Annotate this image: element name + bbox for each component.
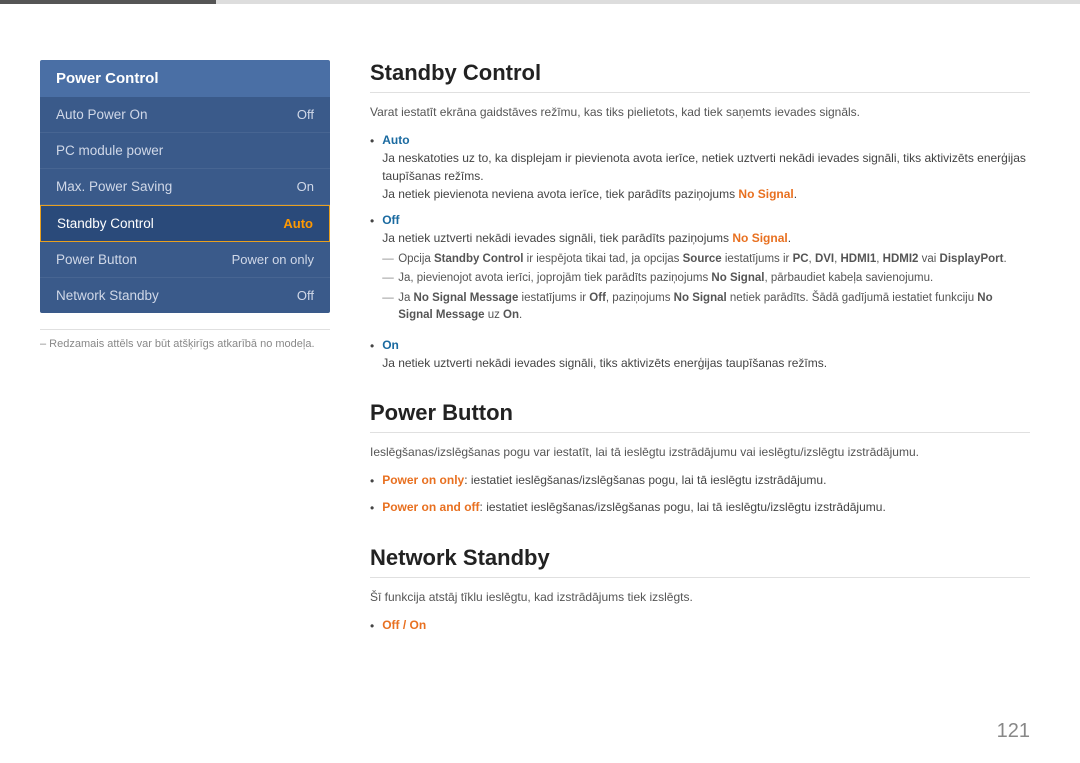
power-button-desc: Ieslēgšanas/izslēgšanas pogu var iestatī… (370, 443, 1030, 461)
sub-item-2: Ja, pievienojot avota ierīci, joprojām t… (382, 270, 1030, 287)
menu-label-auto-power-on: Auto Power On (56, 107, 148, 122)
network-standby-title: Network Standby (370, 545, 1030, 578)
sidebar-menu: Auto Power On Off PC module power Max. P… (40, 97, 330, 313)
bullet-power-on-only: • Power on only: iestatiet ieslēgšanas/i… (370, 471, 1030, 490)
term-auto: Auto (382, 133, 409, 147)
bullet-content-power-on-off: Power on and off: iestatiet ieslēgšanas/… (382, 498, 1030, 516)
text-on-main: Ja netiek uztverti nekādi ievades signāl… (382, 356, 827, 370)
term-power-on-off: Power on and off (382, 500, 479, 514)
standby-control-section: Standby Control Varat iestatīt ekrāna ga… (370, 60, 1030, 372)
bullet-dot-off-on: • (370, 617, 374, 635)
menu-label-power-button: Power Button (56, 252, 137, 267)
off-sub-list: Opcija Standby Control ir iespējota tika… (382, 251, 1030, 324)
menu-item-auto-power-on[interactable]: Auto Power On Off (40, 97, 330, 133)
term-on: On (382, 338, 399, 352)
network-standby-desc: Šī funkcija atstāj tīklu ieslēgtu, kad i… (370, 588, 1030, 606)
text-auto-sub: Ja netiek pievienota neviena avota ierīc… (382, 187, 797, 201)
sidebar-header: Power Control (40, 60, 330, 97)
network-standby-section: Network Standby Šī funkcija atstāj tīklu… (370, 545, 1030, 635)
term-off: Off (382, 213, 399, 227)
bullet-dot-auto: • (370, 132, 374, 150)
page-container: Power Control Auto Power On Off PC modul… (0, 0, 1080, 763)
menu-value-power-button: Power on only (232, 252, 314, 267)
bullet-off-on: • Off / On (370, 616, 1030, 635)
text-power-on-only: : iestatiet ieslēgšanas/izslēgšanas pogu… (464, 473, 826, 487)
bullet-content-off: Off Ja netiek uztverti nekādi ievades si… (382, 211, 1030, 328)
bullet-dot-on: • (370, 337, 374, 355)
bullet-dot-power-on-off: • (370, 499, 374, 517)
power-button-title: Power Button (370, 400, 1030, 433)
bullet-content-off-on: Off / On (382, 616, 1030, 634)
sub-item-3: Ja No Signal Message iestatījums ir Off,… (382, 290, 1030, 325)
menu-label-standby-control: Standby Control (57, 216, 154, 231)
network-standby-bullets: • Off / On (370, 616, 1030, 635)
menu-value-standby-control: Auto (283, 216, 313, 231)
main-content: Standby Control Varat iestatīt ekrāna ga… (370, 40, 1030, 723)
bullet-dot-off: • (370, 212, 374, 230)
menu-label-network-standby: Network Standby (56, 288, 159, 303)
footnote-text: – Redzamais attēls var būt atšķirīgs atk… (40, 338, 330, 350)
menu-value-network-standby: Off (297, 288, 314, 303)
standby-control-bullets: • Auto Ja neskatoties uz to, ka displeja… (370, 131, 1030, 372)
bullet-content-on: On Ja netiek uztverti nekādi ievades sig… (382, 336, 1030, 372)
bullet-content-power-on-only: Power on only: iestatiet ieslēgšanas/izs… (382, 471, 1030, 489)
term-off-on: Off / On (382, 618, 426, 632)
sub-item-1: Opcija Standby Control ir iespējota tika… (382, 251, 1030, 268)
text-auto-main: Ja neskatoties uz to, ka displejam ir pi… (382, 151, 1026, 183)
menu-item-network-standby[interactable]: Network Standby Off (40, 278, 330, 313)
bullet-auto: • Auto Ja neskatoties uz to, ka displeja… (370, 131, 1030, 203)
bullet-off: • Off Ja netiek uztverti nekādi ievades … (370, 211, 1030, 328)
standby-control-title: Standby Control (370, 60, 1030, 93)
menu-label-pc-module: PC module power (56, 143, 163, 158)
power-button-section: Power Button Ieslēgšanas/izslēgšanas pog… (370, 400, 1030, 517)
footnote-area: – Redzamais attēls var būt atšķirīgs atk… (40, 329, 330, 350)
power-button-bullets: • Power on only: iestatiet ieslēgšanas/i… (370, 471, 1030, 517)
standby-control-desc: Varat iestatīt ekrāna gaidstāves režīmu,… (370, 103, 1030, 121)
sidebar: Power Control Auto Power On Off PC modul… (40, 60, 330, 723)
menu-item-pc-module[interactable]: PC module power (40, 133, 330, 169)
bullet-on: • On Ja netiek uztverti nekādi ievades s… (370, 336, 1030, 372)
menu-item-max-power-saving[interactable]: Max. Power Saving On (40, 169, 330, 205)
menu-item-power-button[interactable]: Power Button Power on only (40, 242, 330, 278)
bullet-content-auto: Auto Ja neskatoties uz to, ka displejam … (382, 131, 1030, 203)
menu-label-max-power-saving: Max. Power Saving (56, 179, 172, 194)
text-off-main: Ja netiek uztverti nekādi ievades signāl… (382, 231, 791, 245)
bullet-dot-power-on-only: • (370, 472, 374, 490)
page-number: 121 (997, 720, 1030, 743)
menu-value-max-power-saving: On (297, 179, 314, 194)
bullet-power-on-off: • Power on and off: iestatiet ieslēgšana… (370, 498, 1030, 517)
menu-value-auto-power-on: Off (297, 107, 314, 122)
term-power-on-only: Power on only (382, 473, 464, 487)
top-decorative-line (0, 0, 1080, 4)
text-power-on-off: : iestatiet ieslēgšanas/izslēgšanas pogu… (480, 500, 886, 514)
menu-item-standby-control[interactable]: Standby Control Auto (40, 205, 330, 242)
